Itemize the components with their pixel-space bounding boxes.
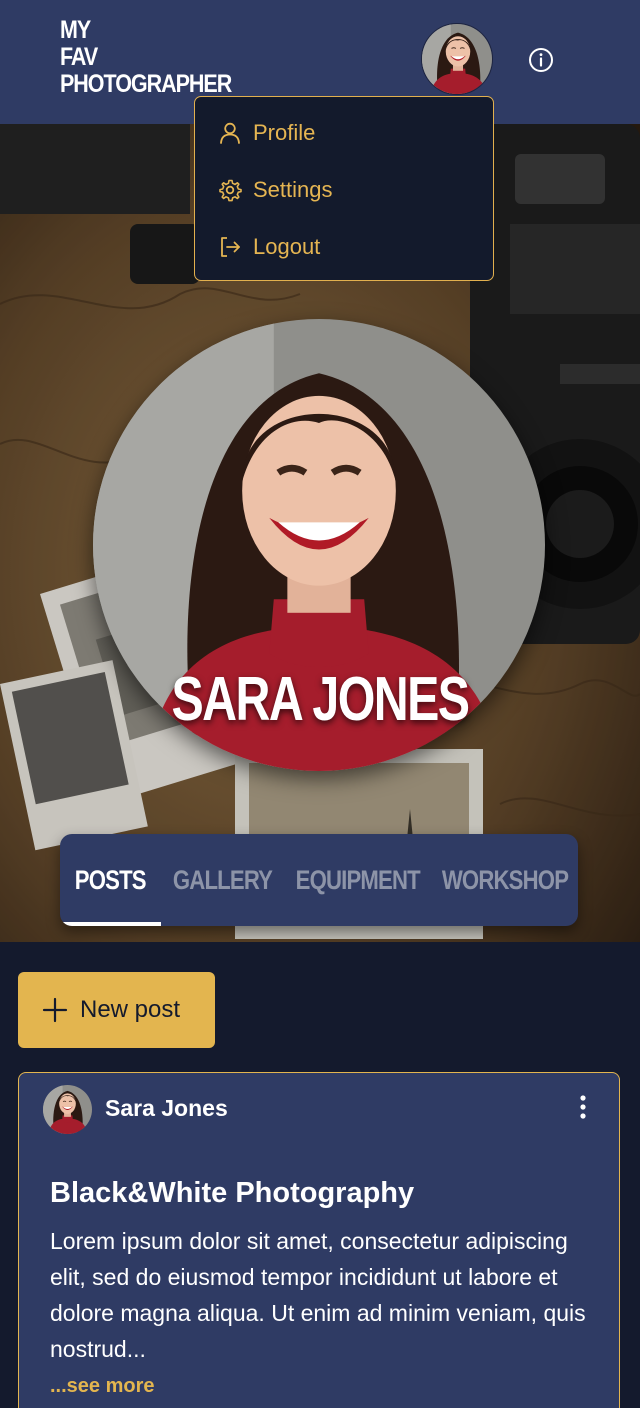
gear-icon xyxy=(219,179,242,201)
avatar xyxy=(422,24,492,94)
app-page: MY FAV PHOTOGRAPHER Profile Settings Log… xyxy=(0,0,640,1408)
info-button[interactable] xyxy=(527,46,555,74)
logout-icon xyxy=(221,236,240,257)
user-avatar-button[interactable] xyxy=(421,23,493,95)
profile-tabs: POSTS GALLERY EQUIPMENT WORKSHOP xyxy=(60,834,578,926)
logo-line: PHOTOGRAPHER xyxy=(60,70,232,98)
see-more-link[interactable]: ...see more xyxy=(50,1375,155,1398)
post-author-avatar[interactable] xyxy=(43,1085,92,1134)
post-options-button[interactable] xyxy=(571,1091,595,1123)
profile-name: SARA JONES xyxy=(171,665,470,734)
logo-line: FAV xyxy=(60,43,98,71)
menu-item-label: Settings xyxy=(253,176,333,202)
post-body: Lorem ipsum dolor sit amet, consectetur … xyxy=(50,1228,586,1362)
app-logo[interactable]: MY FAV PHOTOGRAPHER xyxy=(60,17,259,98)
new-post-button[interactable]: New post xyxy=(18,972,215,1048)
tab-gallery[interactable]: GALLERY xyxy=(161,834,284,926)
post-author-name[interactable]: Sara Jones xyxy=(105,1095,228,1122)
new-post-label: New post xyxy=(80,996,181,1023)
menu-item-label: Profile xyxy=(253,119,316,145)
menu-item-label: Logout xyxy=(253,233,321,259)
kebab-menu-icon xyxy=(580,1095,586,1119)
menu-item-settings[interactable]: Settings xyxy=(195,161,493,218)
post-card: Sara Jones Black&White Photography Lorem… xyxy=(18,1072,620,1408)
info-circle-icon xyxy=(529,48,553,72)
tab-posts[interactable]: POSTS xyxy=(60,834,161,926)
plus-icon xyxy=(42,997,68,1023)
post-title: Black&White Photography xyxy=(50,1177,415,1209)
active-tab-indicator xyxy=(60,922,161,926)
menu-item-profile[interactable]: Profile xyxy=(195,104,493,161)
user-dropdown-menu: Profile Settings Logout xyxy=(194,96,494,281)
menu-item-logout[interactable]: Logout xyxy=(195,218,493,275)
tab-workshop[interactable]: WORKSHOP xyxy=(432,834,578,926)
logo-line: MY xyxy=(60,16,91,44)
tab-equipment[interactable]: EQUIPMENT xyxy=(284,834,432,926)
avatar xyxy=(43,1085,92,1134)
user-icon xyxy=(220,122,240,144)
